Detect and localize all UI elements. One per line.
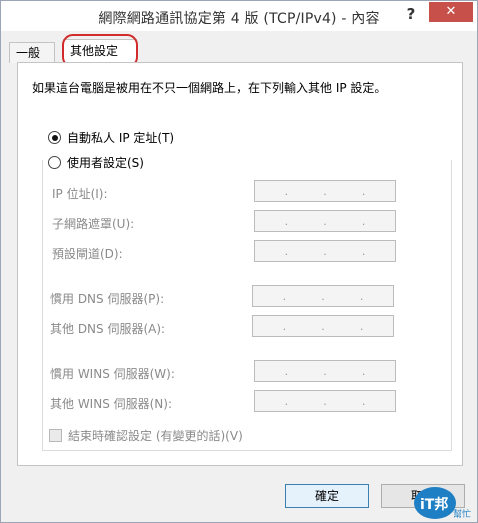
default-gateway-field[interactable]: ... <box>254 240 396 262</box>
description-text: 如果這台電腦是被用在不只一個網路上，在下列輸入其他 IP 設定。 <box>32 81 387 95</box>
ok-button[interactable]: 確定 <box>285 484 369 508</box>
preferred-wins-label: 慣用 WINS 伺服器(W): <box>50 367 175 381</box>
auto-private-ip-option[interactable]: 自動私人 IP 定址(T) <box>48 129 174 146</box>
default-gateway-label: 預設閘道(D): <box>52 247 123 261</box>
tab-panel: 如果這台電腦是被用在不只一個網路上，在下列輸入其他 IP 設定。 自動私人 IP… <box>17 62 463 466</box>
help-button[interactable]: ? <box>399 3 423 25</box>
properties-dialog: 網際網路通訊協定第 4 版 (TCP/IPv4) - 內容 ? ✕ 一般 其他設… <box>0 0 478 523</box>
watermark-sub-text: 幫忙 <box>453 508 471 520</box>
tab-general[interactable]: 一般 <box>9 42 55 63</box>
checkbox-icon[interactable] <box>49 429 62 442</box>
alternate-dns-label: 其他 DNS 伺服器(A): <box>50 322 166 336</box>
ithome-watermark-logo: iT邦 幫忙 <box>413 485 475 521</box>
alternate-dns-field[interactable]: ... <box>252 315 394 337</box>
alternate-wins-label: 其他 WINS 伺服器(N): <box>50 397 173 411</box>
ip-address-field[interactable]: ... <box>254 180 396 202</box>
validate-settings-option[interactable]: 結束時確認設定 (有變更的話)(V) <box>49 427 243 444</box>
watermark-main-text: iT邦 <box>420 496 448 513</box>
ip-address-label: IP 位址(I): <box>52 187 108 201</box>
close-button[interactable]: ✕ <box>429 2 473 22</box>
preferred-dns-field[interactable]: ... <box>252 285 394 307</box>
subnet-mask-field[interactable]: ... <box>254 210 396 232</box>
auto-private-ip-label: 自動私人 IP 定址(T) <box>67 131 175 145</box>
preferred-wins-field[interactable]: ... <box>254 360 396 382</box>
alternate-wins-field[interactable]: ... <box>254 390 396 412</box>
user-defined-option[interactable]: 使用者設定(S) <box>48 154 148 171</box>
validate-settings-label: 結束時確認設定 (有變更的話)(V) <box>68 429 243 443</box>
user-defined-label: 使用者設定(S) <box>67 156 144 170</box>
subnet-mask-label: 子網路遮罩(U): <box>52 217 135 231</box>
preferred-dns-label: 慣用 DNS 伺服器(P): <box>50 292 165 306</box>
radio-selected-icon[interactable] <box>48 131 61 144</box>
radio-unselected-icon[interactable] <box>48 156 61 169</box>
title-bar: 網際網路通訊協定第 4 版 (TCP/IPv4) - 內容 ? ✕ <box>1 1 477 31</box>
